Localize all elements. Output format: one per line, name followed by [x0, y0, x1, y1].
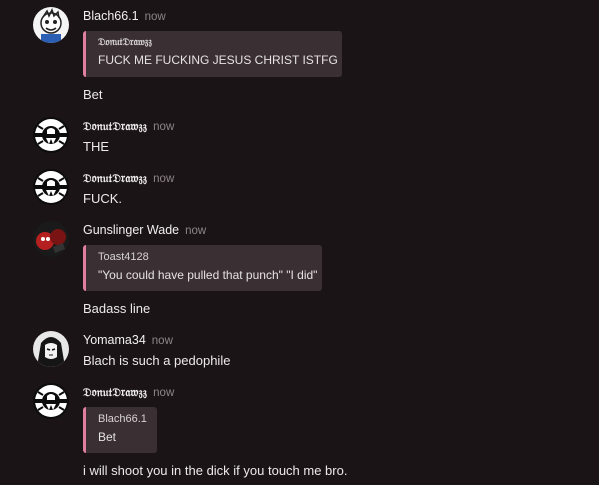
anime-character-avatar[interactable] [33, 331, 69, 367]
quote-author: Toast4128 [98, 251, 149, 263]
message-author[interactable]: 𝔇𝔬𝔫𝔲𝔱𝔇𝔯𝔞𝔴𝔷𝔷 [83, 119, 147, 133]
quote-author: 𝔇𝔬𝔫𝔲𝔱𝔇𝔯𝔞𝔴𝔷𝔷 [98, 37, 152, 48]
message-author[interactable]: Gunslinger Wade [83, 223, 179, 237]
message-timestamp: now [153, 387, 175, 399]
quoted-message[interactable]: Toast4128 "You could have pulled that pu… [83, 245, 322, 291]
quote-text: Bet [98, 430, 117, 444]
message-timestamp: now [153, 121, 175, 133]
cartoon-face-avatar[interactable] [33, 7, 69, 43]
message-author[interactable]: Blach66.1 [83, 9, 139, 23]
message-author[interactable]: Yomama34 [83, 333, 146, 347]
message-author[interactable]: 𝔇𝔬𝔫𝔲𝔱𝔇𝔯𝔞𝔴𝔷𝔷 [83, 385, 147, 399]
quoted-message[interactable]: Blach66.1 Bet [83, 407, 157, 453]
message-text: i will shoot you in the dick if you touc… [83, 463, 348, 478]
red-character-avatar[interactable] [33, 221, 69, 257]
message-text: Blach is such a pedophile [83, 353, 231, 368]
message-timestamp: now [144, 11, 166, 23]
message-text: Bet [83, 87, 103, 102]
message-timestamp: now [185, 225, 207, 237]
quote-text: FUCK ME FUCKING JESUS CHRIST ISTFG [98, 53, 338, 67]
message-text: Badass line [83, 301, 151, 316]
message-text: THE [83, 139, 109, 154]
skull-logo-avatar[interactable] [33, 169, 69, 205]
skull-logo-avatar[interactable] [33, 117, 69, 153]
message-timestamp: now [151, 335, 173, 347]
message-author[interactable]: 𝔇𝔬𝔫𝔲𝔱𝔇𝔯𝔞𝔴𝔷𝔷 [83, 171, 147, 185]
quote-text: "You could have pulled that punch" "I di… [98, 268, 318, 282]
chat-feed: Blach66.1 now 𝔇𝔬𝔫𝔲𝔱𝔇𝔯𝔞𝔴𝔷𝔷 FUCK ME FUCKING… [0, 0, 599, 485]
message-text: FUCK. [83, 191, 122, 206]
quoted-message[interactable]: 𝔇𝔬𝔫𝔲𝔱𝔇𝔯𝔞𝔴𝔷𝔷 FUCK ME FUCKING JESUS CHRIST… [83, 31, 342, 77]
skull-logo-avatar[interactable] [33, 383, 69, 419]
quote-author: Blach66.1 [98, 413, 147, 425]
message-timestamp: now [153, 173, 175, 185]
